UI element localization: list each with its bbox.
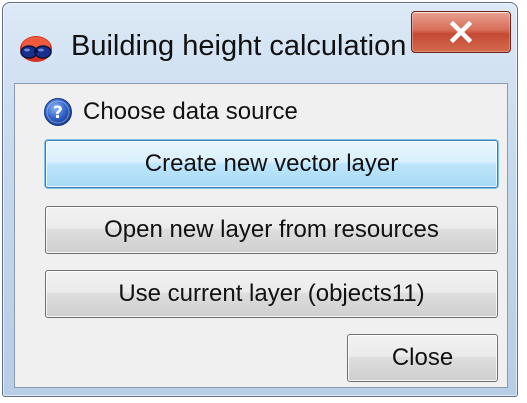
title-bar[interactable]: Building height calculation	[3, 3, 517, 83]
prompt-label: Choose data source	[83, 98, 298, 125]
use-current-layer-button[interactable]: Use current layer (objects11)	[45, 270, 498, 318]
help-icon: ?	[44, 98, 72, 126]
window-close-button[interactable]	[411, 11, 511, 53]
open-new-layer-from-resources-button[interactable]: Open new layer from resources	[45, 206, 498, 254]
close-button[interactable]: Close	[347, 334, 498, 382]
prompt-row: ? Choose data source	[43, 94, 298, 130]
close-icon	[449, 21, 473, 43]
dialog-body: ? Choose data source Create new vector l…	[14, 83, 508, 388]
dialog-window: Building height calculation ? Choose dat…	[2, 2, 518, 397]
window-title: Building height calculation	[71, 30, 407, 62]
create-new-vector-layer-button[interactable]: Create new vector layer	[45, 140, 498, 188]
svg-text:?: ?	[53, 103, 63, 123]
glasses-icon	[20, 36, 52, 62]
